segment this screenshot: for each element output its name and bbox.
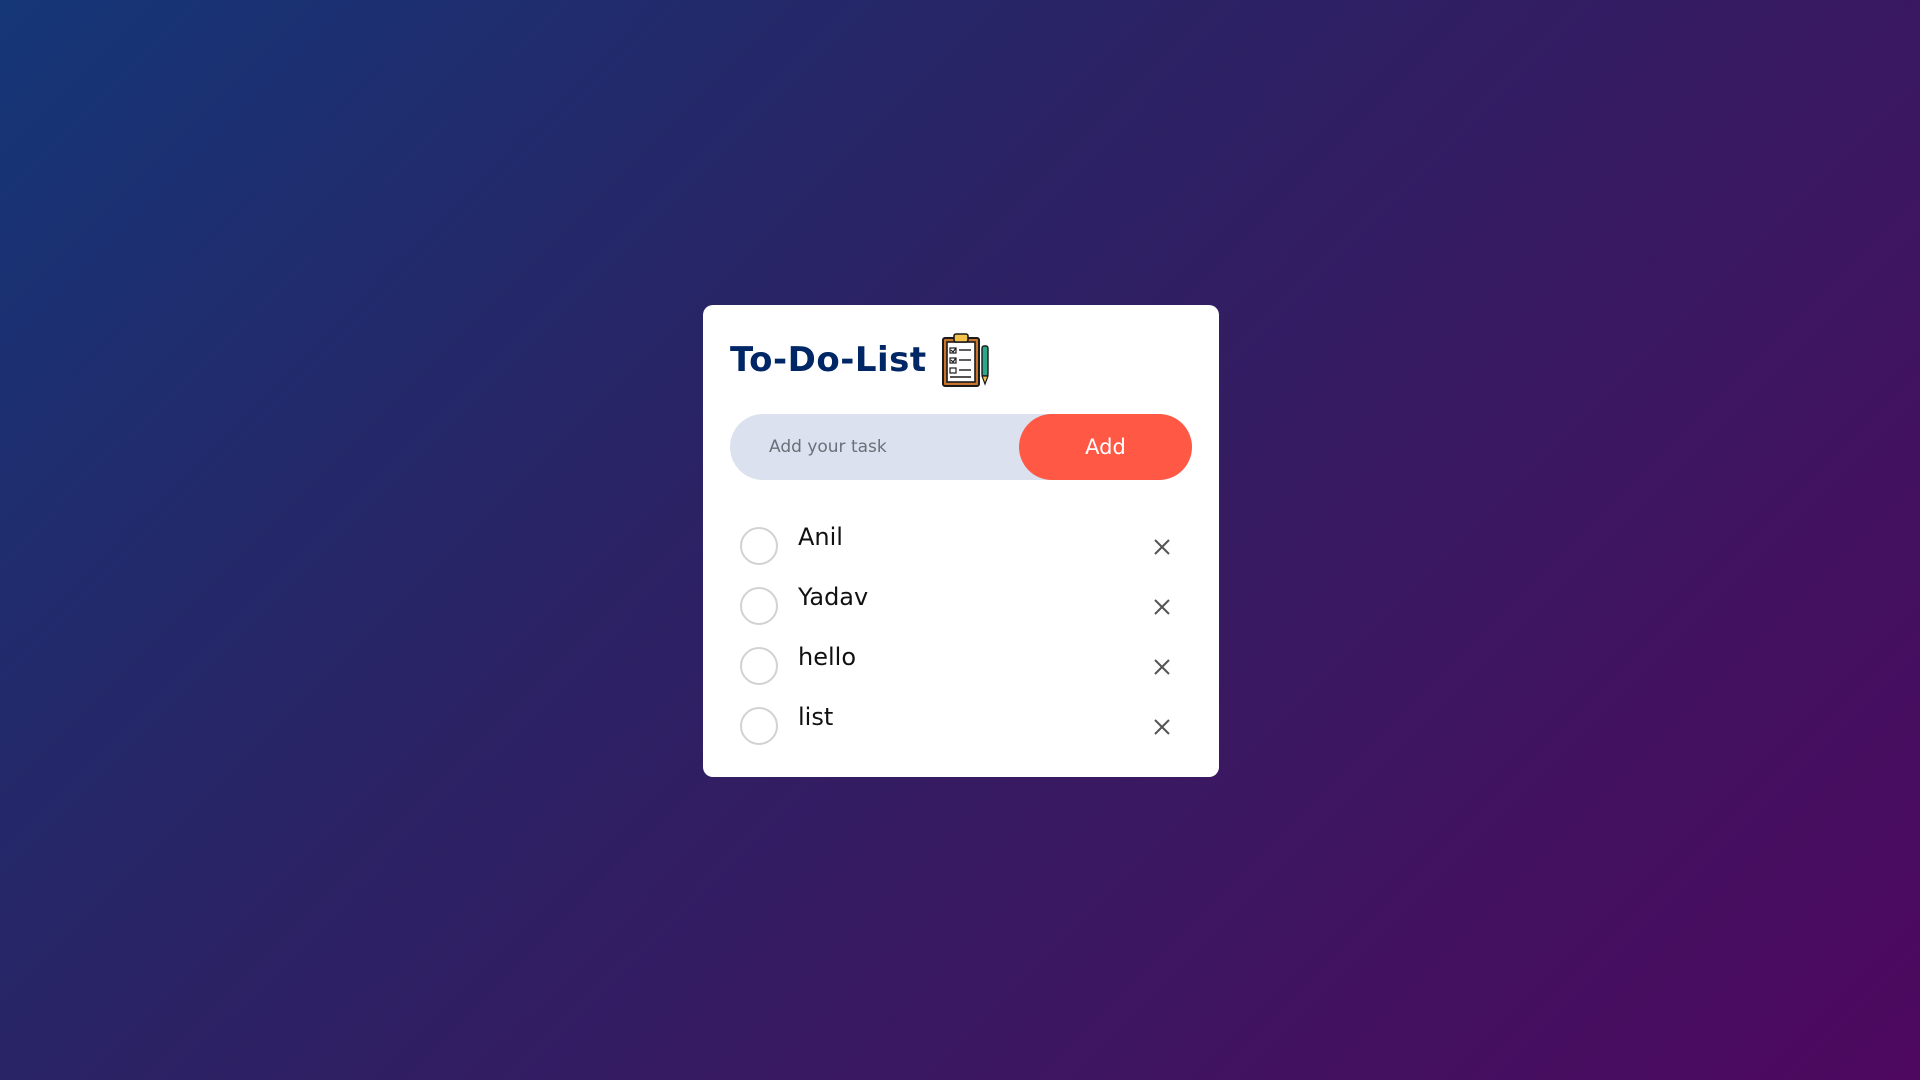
app-title: To-Do-List xyxy=(730,340,927,380)
task-label: list xyxy=(798,703,834,731)
task-input[interactable] xyxy=(730,414,1019,480)
add-button[interactable]: Add xyxy=(1019,414,1192,480)
todo-app-card: To-Do-List Add Anil xyxy=(703,305,1219,777)
close-icon[interactable] xyxy=(1150,535,1174,559)
task-item[interactable]: hello xyxy=(730,643,1192,705)
checkbox-circle-icon[interactable] xyxy=(740,527,778,565)
task-list: Anil Yadav hello list xyxy=(730,523,1192,765)
task-label: Yadav xyxy=(798,583,869,611)
checkbox-circle-icon[interactable] xyxy=(740,587,778,625)
task-item[interactable]: list xyxy=(730,703,1192,765)
clipboard-checklist-icon xyxy=(941,333,989,387)
close-icon[interactable] xyxy=(1150,715,1174,739)
task-label: hello xyxy=(798,643,856,671)
close-icon[interactable] xyxy=(1150,595,1174,619)
checkbox-circle-icon[interactable] xyxy=(740,647,778,685)
task-label: Anil xyxy=(798,523,843,551)
task-item[interactable]: Yadav xyxy=(730,583,1192,645)
close-icon[interactable] xyxy=(1150,655,1174,679)
task-item[interactable]: Anil xyxy=(730,523,1192,585)
app-header: To-Do-List xyxy=(730,332,1192,388)
checkbox-circle-icon[interactable] xyxy=(740,707,778,745)
task-input-row: Add xyxy=(730,414,1192,480)
